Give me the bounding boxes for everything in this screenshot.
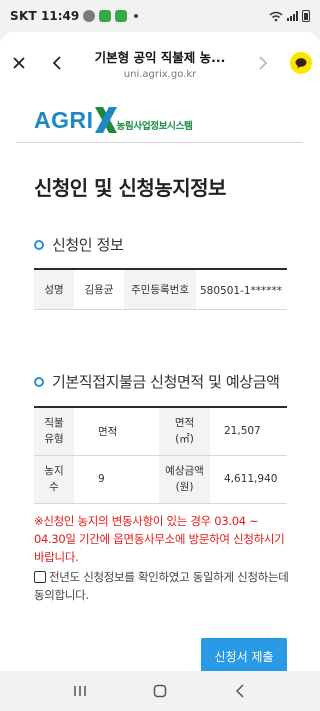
close-icon [13, 57, 25, 69]
back-nav-button[interactable] [220, 676, 260, 706]
page-content: AGRI 농림사업정보시스템 신청인 및 신청농지정보 신청인 정보 성명 김용… [0, 94, 320, 671]
table-row: 직불 유형 면적 면적 (㎡) 21,507 [34, 407, 287, 456]
signal-icon [287, 11, 298, 21]
browser-title: 기본형 공익 직불제 농... [94, 49, 226, 65]
battery-icon [302, 10, 310, 22]
status-bar: SKT 11:49 [0, 0, 320, 32]
logo-subtitle: 농림사업정보시스템 [116, 121, 193, 132]
agreement-checkbox[interactable] [34, 571, 46, 583]
change-notice: ※신청인 농지의 변동사항이 있는 경우 03.04 ~ 04.30일 기간에 … [34, 514, 285, 564]
clock: 11:49 [41, 9, 80, 23]
table-row: 성명 김용균 주민등록번호 580501-1****** [34, 269, 287, 310]
applicant-section-title: 신청인 정보 [52, 236, 124, 254]
applicant-table: 성명 김용균 주민등록번호 580501-1****** [34, 268, 287, 310]
home-button[interactable] [140, 676, 180, 706]
g-app-icon [115, 10, 128, 22]
wifi-icon [269, 11, 283, 21]
area-value: 21,507 [210, 407, 287, 456]
subsidy-section-title: 기본직접지불금 신청면적 및 예상금액 [52, 373, 280, 391]
type-value: 면적 [74, 407, 159, 456]
applicant-section-heading: 신청인 정보 [34, 234, 124, 255]
rrn-label: 주민등록번호 [124, 269, 196, 310]
subsidy-section-heading: 기본직접지불금 신청면적 및 예상금액 [34, 371, 280, 392]
table-row: 농지 수 9 예상금액 (원) 4,611,940 [34, 455, 287, 504]
carrier-label: SKT [10, 9, 38, 23]
logo-x-mark [94, 107, 117, 133]
home-icon [153, 684, 167, 698]
agreement-text: 전년도 신청정보를 확인하였고 동일하게 신청하는데 동의합니다. [34, 570, 289, 602]
divider [16, 142, 303, 143]
browser-header: 기본형 공익 직불제 농... uni.agrix.go.kr [0, 32, 320, 94]
subsidy-table: 직불 유형 면적 면적 (㎡) 21,507 농지 수 9 예상금액 (원) 4… [34, 406, 287, 504]
back-icon [52, 56, 61, 70]
submit-application-button[interactable]: 신청서 제출 [201, 638, 287, 671]
name-label: 성명 [34, 269, 74, 310]
forward-icon [259, 56, 268, 70]
recents-button[interactable] [60, 676, 100, 706]
back-button[interactable] [38, 43, 76, 83]
page-title: 신청인 및 신청농지정보 [34, 176, 226, 200]
browser-title-area: 기본형 공익 직불제 농... uni.agrix.go.kr [76, 47, 244, 80]
ring-bullet-icon [34, 376, 44, 387]
system-nav-bar [0, 671, 320, 711]
close-button[interactable] [0, 43, 38, 83]
back-nav-icon [235, 684, 244, 698]
talk-icon [83, 10, 96, 22]
rrn-value: 580501-1****** [196, 269, 287, 310]
notification-dot [134, 14, 139, 18]
farmland-count-value: 9 [74, 455, 159, 504]
forward-button[interactable] [244, 43, 282, 83]
browser-url: uni.agrix.go.kr [123, 68, 197, 80]
agreement-row[interactable]: 전년도 신청정보를 확인하였고 동일하게 신청하는데 동의합니다. [34, 568, 290, 604]
farmland-count-label: 농지 수 [34, 455, 74, 504]
g-app-icon [99, 10, 112, 22]
kakao-chat-icon [290, 52, 312, 74]
expected-amount-label: 예상금액 (원) [159, 455, 210, 504]
area-label: 면적 (㎡) [159, 407, 210, 456]
ring-bullet-icon [34, 239, 44, 250]
name-value: 김용균 [74, 269, 124, 310]
kakao-chat-button[interactable] [282, 43, 320, 83]
type-label: 직불 유형 [34, 407, 74, 456]
expected-amount-value: 4,611,940 [210, 455, 287, 504]
logo-brand: AGRI [34, 106, 94, 133]
agrix-logo[interactable]: AGRI 농림사업정보시스템 [34, 102, 193, 138]
recents-icon [74, 686, 86, 696]
